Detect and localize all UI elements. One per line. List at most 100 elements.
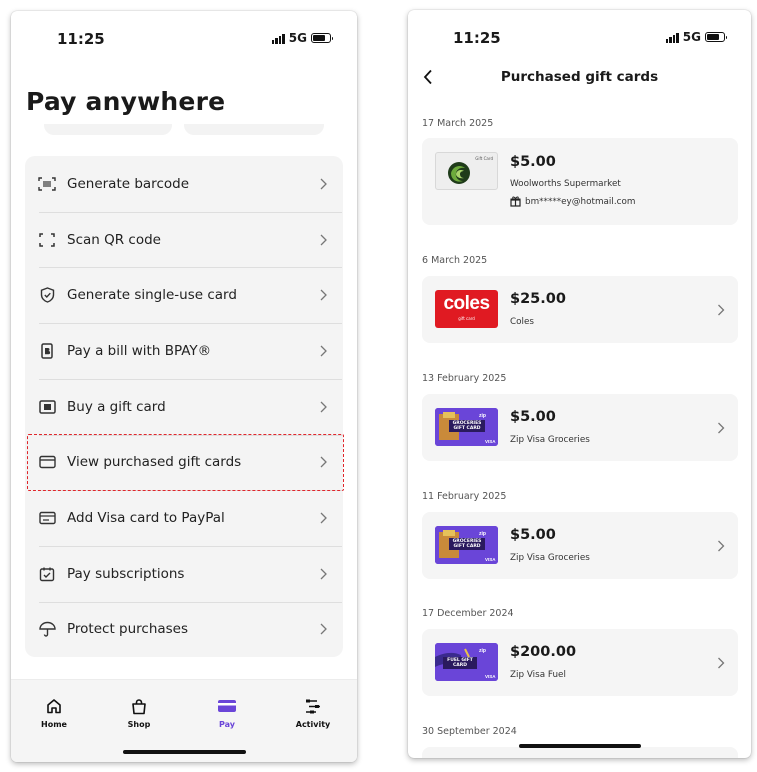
menu-item-protect-purchases[interactable]: Protect purchases xyxy=(25,602,343,658)
woolworths-logo: Gift Card xyxy=(435,152,498,190)
wallet-card-icon xyxy=(38,453,56,471)
status-time: 11:25 xyxy=(57,30,105,48)
chevron-right-icon xyxy=(320,234,327,245)
menu-item-label: Scan QR code xyxy=(67,231,161,248)
quick-action-partial[interactable] xyxy=(44,124,172,135)
barcode-scan-icon xyxy=(38,175,56,193)
status-indicators: 5G xyxy=(271,31,333,45)
gift-card-merchant: Zip Visa Groceries xyxy=(510,435,590,445)
card-link-icon xyxy=(38,509,56,527)
chevron-right-icon xyxy=(320,178,327,190)
status-indicators: 5G xyxy=(665,30,727,44)
gift-icon xyxy=(510,196,521,207)
menu-item-single-use-card[interactable]: Generate single-use card xyxy=(25,267,343,323)
menu-item-label: Pay subscriptions xyxy=(67,565,185,582)
signal-icon xyxy=(665,32,679,43)
gift-card-item-partial[interactable] xyxy=(422,747,738,758)
gift-card-item[interactable]: zip VISA GROCERIES GIFT CARD $5.00 Zip V… xyxy=(422,394,738,461)
tab-pay[interactable]: Pay xyxy=(197,696,257,729)
zip-fuel-card-image: zip VISA FUEL GIFT CARD xyxy=(435,643,498,681)
date-header: 11 February 2025 xyxy=(422,491,507,502)
menu-item-label: Protect purchases xyxy=(67,621,189,638)
menu-item-label: Generate barcode xyxy=(67,175,189,192)
gift-card-merchant: Coles xyxy=(510,317,534,327)
menu-item-buy-gift-card[interactable]: Buy a gift card xyxy=(25,379,343,435)
gift-card-amount: $25.00 xyxy=(510,291,566,307)
page-title: Purchased gift cards xyxy=(500,69,659,85)
network-label: 5G xyxy=(682,30,701,44)
battery-icon xyxy=(705,32,727,42)
date-header: 17 December 2024 xyxy=(422,608,514,619)
gift-card-icon xyxy=(38,398,56,416)
network-label: 5G xyxy=(288,31,307,45)
tab-activity[interactable]: Activity xyxy=(283,696,343,729)
purchased-gift-cards-screen: 11:25 5G Purchased gift cards 17 March 2… xyxy=(408,10,751,758)
date-header: 6 March 2025 xyxy=(422,255,488,266)
chevron-right-icon xyxy=(718,657,725,669)
menu-item-label: View purchased gift cards xyxy=(67,454,242,471)
date-header: 17 March 2025 xyxy=(422,118,494,129)
menu-item-label: Generate single-use card xyxy=(67,287,237,304)
pay-screen: 11:25 5G Pay anywhere Generate barcode S… xyxy=(11,11,357,762)
chevron-right-icon xyxy=(718,422,725,434)
tab-label: Shop xyxy=(127,720,151,729)
shopping-bag-icon xyxy=(109,696,169,716)
chevron-right-icon xyxy=(320,401,327,413)
chevron-right-icon xyxy=(320,512,327,524)
gift-card-item[interactable]: coles gift card $25.00 Coles xyxy=(422,276,738,343)
pay-menu: Generate barcode Scan QR code Generate s… xyxy=(25,156,343,657)
chevron-right-icon xyxy=(320,289,327,301)
shield-check-icon xyxy=(38,286,56,304)
coles-logo: coles gift card xyxy=(435,290,498,328)
menu-item-view-purchased-gift-cards[interactable]: View purchased gift cards xyxy=(25,435,343,491)
date-header: 13 February 2025 xyxy=(422,373,507,384)
svg-text:zip: zip xyxy=(479,648,486,654)
gift-card-item[interactable]: zip VISA GROCERIES GIFT CARD $5.00 Zip V… xyxy=(422,512,738,579)
quick-action-partial[interactable] xyxy=(184,124,324,135)
tab-home[interactable]: Home xyxy=(24,696,84,729)
home-indicator xyxy=(519,744,641,748)
activity-icon xyxy=(283,696,343,716)
zip-groceries-card-image: zip VISA GROCERIES GIFT CARD xyxy=(435,408,498,446)
battery-icon xyxy=(311,33,333,43)
tab-shop[interactable]: Shop xyxy=(109,696,169,729)
svg-text:VISA: VISA xyxy=(485,557,496,562)
status-time: 11:25 xyxy=(453,29,501,47)
recipient-email: bm*****ey@hotmail.com xyxy=(525,196,636,207)
pay-card-icon xyxy=(197,696,257,716)
gift-card-merchant: Zip Visa Groceries xyxy=(510,553,590,563)
gift-card-amount: $5.00 xyxy=(510,527,556,543)
signal-icon xyxy=(271,33,285,44)
bpay-icon xyxy=(38,342,56,360)
gift-card-amount: $5.00 xyxy=(510,409,556,425)
gift-card-amount: $200.00 xyxy=(510,644,577,660)
chevron-right-icon xyxy=(320,345,327,357)
umbrella-icon xyxy=(38,620,56,638)
date-header: 30 September 2024 xyxy=(422,726,517,737)
svg-text:VISA: VISA xyxy=(485,674,496,679)
home-indicator xyxy=(123,750,246,754)
chevron-right-icon xyxy=(320,623,327,635)
gift-card-amount: $5.00 xyxy=(510,154,556,170)
svg-text:zip: zip xyxy=(479,413,486,419)
qr-scan-icon xyxy=(38,231,56,249)
page-title: Pay anywhere xyxy=(26,87,226,116)
menu-item-label: Buy a gift card xyxy=(67,398,166,415)
menu-item-generate-barcode[interactable]: Generate barcode xyxy=(25,156,343,212)
gift-card-recipient: bm*****ey@hotmail.com xyxy=(510,196,635,207)
gift-card-item[interactable]: zip VISA FUEL GIFT CARD $200.00 Zip Visa… xyxy=(422,629,738,696)
menu-item-add-visa-paypal[interactable]: Add Visa card to PayPal xyxy=(25,490,343,546)
tab-label: Activity xyxy=(295,720,331,729)
tab-label: Pay xyxy=(218,720,235,729)
tab-label: Home xyxy=(41,720,67,729)
zip-groceries-card-image: zip VISA GROCERIES GIFT CARD xyxy=(435,526,498,564)
chevron-right-icon xyxy=(718,540,725,552)
status-bar: 11:25 5G xyxy=(408,10,751,60)
menu-item-pay-subscriptions[interactable]: Pay subscriptions xyxy=(25,546,343,602)
chevron-right-icon xyxy=(320,456,327,468)
menu-item-scan-qr[interactable]: Scan QR code xyxy=(25,212,343,268)
chevron-right-icon xyxy=(320,568,327,580)
menu-item-bpay[interactable]: Pay a bill with BPAY® xyxy=(25,323,343,379)
gift-card-merchant: Zip Visa Fuel xyxy=(510,670,566,680)
gift-card-item[interactable]: Gift Card $5.00 Woolworths Supermarket b… xyxy=(422,138,738,225)
